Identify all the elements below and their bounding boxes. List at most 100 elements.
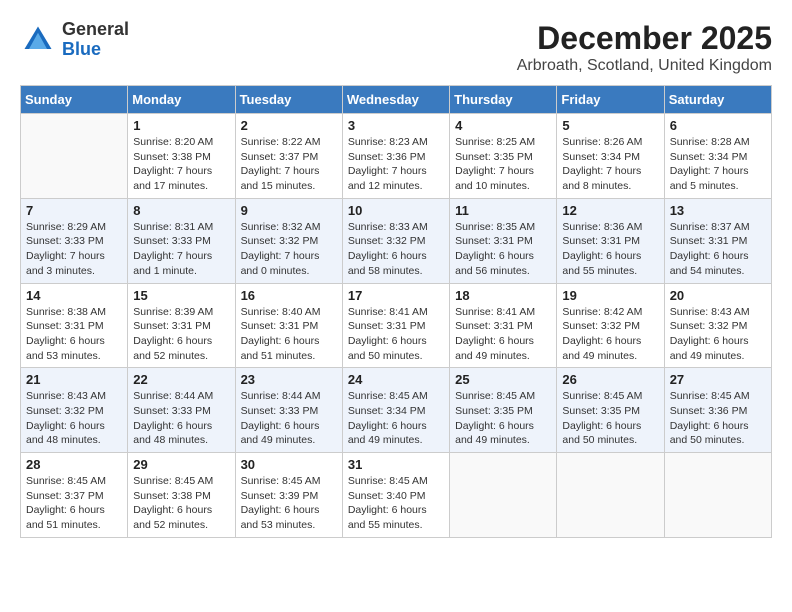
day-info: Sunrise: 8:32 AM Sunset: 3:32 PM Dayligh… bbox=[241, 220, 337, 279]
day-number: 18 bbox=[455, 288, 551, 303]
day-info: Sunrise: 8:20 AM Sunset: 3:38 PM Dayligh… bbox=[133, 135, 229, 194]
logo: General Blue bbox=[20, 20, 129, 60]
day-info: Sunrise: 8:45 AM Sunset: 3:35 PM Dayligh… bbox=[562, 389, 658, 448]
day-info: Sunrise: 8:45 AM Sunset: 3:35 PM Dayligh… bbox=[455, 389, 551, 448]
weekday-header-friday: Friday bbox=[557, 86, 664, 114]
calendar-cell bbox=[21, 114, 128, 199]
day-number: 10 bbox=[348, 203, 444, 218]
day-info: Sunrise: 8:40 AM Sunset: 3:31 PM Dayligh… bbox=[241, 305, 337, 364]
day-number: 9 bbox=[241, 203, 337, 218]
calendar-cell: 11 Sunrise: 8:35 AM Sunset: 3:31 PM Dayli… bbox=[450, 198, 557, 283]
day-info: Sunrise: 8:45 AM Sunset: 3:36 PM Dayligh… bbox=[670, 389, 766, 448]
calendar-cell: 27 Sunrise: 8:45 AM Sunset: 3:36 PM Dayli… bbox=[664, 368, 771, 453]
calendar-cell: 7Sunrise: 8:29 AM Sunset: 3:33 PM Daylig… bbox=[21, 198, 128, 283]
calendar-week-4: 21 Sunrise: 8:43 AM Sunset: 3:32 PM Dayli… bbox=[21, 368, 772, 453]
day-number: 24 bbox=[348, 372, 444, 387]
day-info: Sunrise: 8:45 AM Sunset: 3:37 PM Dayligh… bbox=[26, 474, 122, 533]
calendar-cell: 2 Sunrise: 8:22 AM Sunset: 3:37 PM Daylig… bbox=[235, 114, 342, 199]
calendar-cell: 1 Sunrise: 8:20 AM Sunset: 3:38 PM Daylig… bbox=[128, 114, 235, 199]
calendar-cell: 23Sunrise: 8:44 AM Sunset: 3:33 PM Dayli… bbox=[235, 368, 342, 453]
day-number: 6 bbox=[670, 118, 766, 133]
day-number: 21 bbox=[26, 372, 122, 387]
day-number: 5 bbox=[562, 118, 658, 133]
calendar-cell bbox=[450, 453, 557, 538]
calendar-cell: 29Sunrise: 8:45 AM Sunset: 3:38 PM Dayli… bbox=[128, 453, 235, 538]
day-info: Sunrise: 8:44 AM Sunset: 3:33 PM Dayligh… bbox=[133, 389, 229, 448]
calendar-cell bbox=[664, 453, 771, 538]
calendar-cell: 17Sunrise: 8:41 AM Sunset: 3:31 PM Dayli… bbox=[342, 283, 449, 368]
calendar-cell: 16 Sunrise: 8:40 AM Sunset: 3:31 PM Dayli… bbox=[235, 283, 342, 368]
calendar-week-1: 1 Sunrise: 8:20 AM Sunset: 3:38 PM Daylig… bbox=[21, 114, 772, 199]
calendar-cell: 15 Sunrise: 8:39 AM Sunset: 3:31 PM Dayli… bbox=[128, 283, 235, 368]
calendar-cell bbox=[557, 453, 664, 538]
calendar-cell: 8 Sunrise: 8:31 AM Sunset: 3:33 PM Daylig… bbox=[128, 198, 235, 283]
day-number: 2 bbox=[241, 118, 337, 133]
calendar-cell: 28 Sunrise: 8:45 AM Sunset: 3:37 PM Dayli… bbox=[21, 453, 128, 538]
calendar-cell: 24 Sunrise: 8:45 AM Sunset: 3:34 PM Dayli… bbox=[342, 368, 449, 453]
calendar-week-3: 14 Sunrise: 8:38 AM Sunset: 3:31 PM Dayli… bbox=[21, 283, 772, 368]
location: Arbroath, Scotland, United Kingdom bbox=[517, 57, 772, 75]
calendar-cell: 19Sunrise: 8:42 AM Sunset: 3:32 PM Dayli… bbox=[557, 283, 664, 368]
calendar-cell: 3Sunrise: 8:23 AM Sunset: 3:36 PM Daylig… bbox=[342, 114, 449, 199]
day-number: 20 bbox=[670, 288, 766, 303]
day-info: Sunrise: 8:35 AM Sunset: 3:31 PM Dayligh… bbox=[455, 220, 551, 279]
day-number: 11 bbox=[455, 203, 551, 218]
weekday-header-wednesday: Wednesday bbox=[342, 86, 449, 114]
calendar-table: SundayMondayTuesdayWednesdayThursdayFrid… bbox=[20, 85, 772, 538]
day-number: 8 bbox=[133, 203, 229, 218]
calendar-week-2: 7Sunrise: 8:29 AM Sunset: 3:33 PM Daylig… bbox=[21, 198, 772, 283]
day-number: 1 bbox=[133, 118, 229, 133]
weekday-header-saturday: Saturday bbox=[664, 86, 771, 114]
logo-icon bbox=[20, 22, 56, 58]
day-number: 13 bbox=[670, 203, 766, 218]
day-number: 15 bbox=[133, 288, 229, 303]
calendar-cell: 14 Sunrise: 8:38 AM Sunset: 3:31 PM Dayli… bbox=[21, 283, 128, 368]
day-info: Sunrise: 8:45 AM Sunset: 3:34 PM Dayligh… bbox=[348, 389, 444, 448]
day-number: 27 bbox=[670, 372, 766, 387]
day-info: Sunrise: 8:43 AM Sunset: 3:32 PM Dayligh… bbox=[670, 305, 766, 364]
day-number: 23 bbox=[241, 372, 337, 387]
day-number: 25 bbox=[455, 372, 551, 387]
calendar-cell: 31 Sunrise: 8:45 AM Sunset: 3:40 PM Dayli… bbox=[342, 453, 449, 538]
page-header: General Blue December 2025 Arbroath, Sco… bbox=[20, 20, 772, 75]
day-number: 29 bbox=[133, 457, 229, 472]
day-info: Sunrise: 8:42 AM Sunset: 3:32 PM Dayligh… bbox=[562, 305, 658, 364]
day-info: Sunrise: 8:29 AM Sunset: 3:33 PM Dayligh… bbox=[26, 220, 122, 279]
day-info: Sunrise: 8:37 AM Sunset: 3:31 PM Dayligh… bbox=[670, 220, 766, 279]
weekday-header-sunday: Sunday bbox=[21, 86, 128, 114]
calendar-cell: 13 Sunrise: 8:37 AM Sunset: 3:31 PM Dayli… bbox=[664, 198, 771, 283]
day-info: Sunrise: 8:43 AM Sunset: 3:32 PM Dayligh… bbox=[26, 389, 122, 448]
day-number: 14 bbox=[26, 288, 122, 303]
day-number: 12 bbox=[562, 203, 658, 218]
calendar-cell: 10Sunrise: 8:33 AM Sunset: 3:32 PM Dayli… bbox=[342, 198, 449, 283]
weekday-header-thursday: Thursday bbox=[450, 86, 557, 114]
day-info: Sunrise: 8:36 AM Sunset: 3:31 PM Dayligh… bbox=[562, 220, 658, 279]
month-title: December 2025 bbox=[517, 20, 772, 57]
day-info: Sunrise: 8:41 AM Sunset: 3:31 PM Dayligh… bbox=[455, 305, 551, 364]
day-info: Sunrise: 8:22 AM Sunset: 3:37 PM Dayligh… bbox=[241, 135, 337, 194]
calendar-cell: 6Sunrise: 8:28 AM Sunset: 3:34 PM Daylig… bbox=[664, 114, 771, 199]
day-number: 22 bbox=[133, 372, 229, 387]
day-info: Sunrise: 8:25 AM Sunset: 3:35 PM Dayligh… bbox=[455, 135, 551, 194]
calendar-cell: 22 Sunrise: 8:44 AM Sunset: 3:33 PM Dayli… bbox=[128, 368, 235, 453]
day-number: 31 bbox=[348, 457, 444, 472]
calendar-cell: 21 Sunrise: 8:43 AM Sunset: 3:32 PM Dayli… bbox=[21, 368, 128, 453]
logo-text: General Blue bbox=[62, 20, 129, 60]
day-number: 16 bbox=[241, 288, 337, 303]
weekday-header-tuesday: Tuesday bbox=[235, 86, 342, 114]
day-number: 4 bbox=[455, 118, 551, 133]
calendar-week-5: 28 Sunrise: 8:45 AM Sunset: 3:37 PM Dayli… bbox=[21, 453, 772, 538]
calendar-cell: 26 Sunrise: 8:45 AM Sunset: 3:35 PM Dayli… bbox=[557, 368, 664, 453]
day-info: Sunrise: 8:38 AM Sunset: 3:31 PM Dayligh… bbox=[26, 305, 122, 364]
calendar-cell: 4 Sunrise: 8:25 AM Sunset: 3:35 PM Daylig… bbox=[450, 114, 557, 199]
day-info: Sunrise: 8:45 AM Sunset: 3:40 PM Dayligh… bbox=[348, 474, 444, 533]
day-info: Sunrise: 8:31 AM Sunset: 3:33 PM Dayligh… bbox=[133, 220, 229, 279]
calendar-cell: 9 Sunrise: 8:32 AM Sunset: 3:32 PM Daylig… bbox=[235, 198, 342, 283]
weekday-header-monday: Monday bbox=[128, 86, 235, 114]
day-info: Sunrise: 8:41 AM Sunset: 3:31 PM Dayligh… bbox=[348, 305, 444, 364]
day-number: 28 bbox=[26, 457, 122, 472]
calendar-cell: 12 Sunrise: 8:36 AM Sunset: 3:31 PM Dayli… bbox=[557, 198, 664, 283]
day-info: Sunrise: 8:39 AM Sunset: 3:31 PM Dayligh… bbox=[133, 305, 229, 364]
day-number: 26 bbox=[562, 372, 658, 387]
calendar-cell: 20 Sunrise: 8:43 AM Sunset: 3:32 PM Dayli… bbox=[664, 283, 771, 368]
